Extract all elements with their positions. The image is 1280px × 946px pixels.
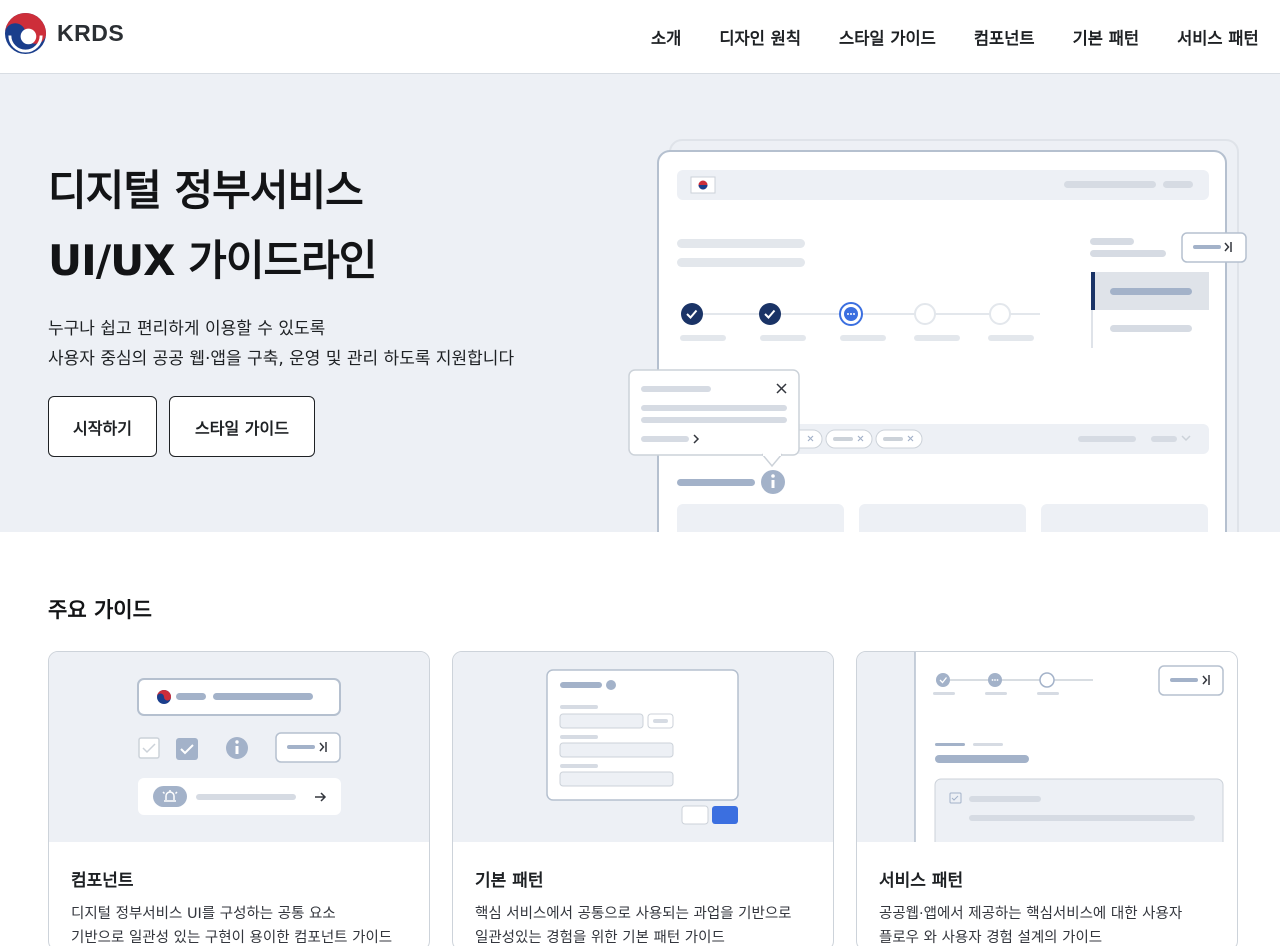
style-guide-button[interactable]: 스타일 가이드 [169,396,315,457]
hero-buttons: 시작하기 스타일 가이드 [48,396,315,457]
nav-basic-patterns[interactable]: 기본 패턴 [1073,25,1139,49]
card-desc-line1: 공공웹·앱에서 제공하는 핵심서비스에 대한 사용자 [879,906,1183,922]
card-description: 핵심 서비스에서 공통으로 사용되는 과업을 기반으로 일관성있는 경험을 위한… [475,902,792,946]
card-title: 기본 패턴 [475,871,544,891]
service-patterns-illustration [914,652,1237,842]
card-components[interactable]: 컴포넌트 디지털 정부서비스 UI를 구성하는 공통 요소 기반으로 일관성 있… [48,651,430,946]
card-title: 서비스 패턴 [879,871,964,891]
hero-ui-illustration [628,139,1247,532]
nav-components[interactable]: 컴포넌트 [974,25,1035,49]
site-header: KRDS 소개 디자인 원칙 스타일 가이드 컴포넌트 기본 패턴 서비스 패턴 [0,0,1280,74]
hero-desc-line2: 사용자 중심의 공공 웹·앱을 구축, 운영 및 관리 하도록 지원합니다 [48,349,515,369]
card-desc-line2: 플로우 와 사용자 경험 설계의 가이드 [879,930,1103,946]
start-button[interactable]: 시작하기 [48,396,157,457]
hero-desc-line1: 누구나 쉽고 편리하게 이용할 수 있도록 [48,319,326,339]
logo-text: KRDS [57,20,125,46]
card-basic-patterns[interactable]: 기본 패턴 핵심 서비스에서 공통으로 사용되는 과업을 기반으로 일관성있는 … [452,651,834,946]
nav-style-guide[interactable]: 스타일 가이드 [839,25,936,49]
card-description: 디지털 정부서비스 UI를 구성하는 공통 요소 기반으로 일관성 있는 구현이… [71,902,392,946]
card-desc-line2: 일관성있는 경험을 위한 기본 패턴 가이드 [475,930,725,946]
nav-design-principles[interactable]: 디자인 원칙 [719,25,801,49]
card-illustration [453,652,833,842]
nav-service-patterns[interactable]: 서비스 패턴 [1177,25,1259,49]
hero-section: 디지털 정부서비스 UI/UX 가이드라인 누구나 쉽고 편리하게 이용할 수 … [0,74,1280,532]
card-desc-line1: 디지털 정부서비스 UI를 구성하는 공통 요소 [71,906,336,922]
main-nav: 소개 디자인 원칙 스타일 가이드 컴포넌트 기본 패턴 서비스 패턴 [640,0,1280,74]
card-service-patterns[interactable]: 서비스 패턴 공공웹·앱에서 제공하는 핵심서비스에 대한 사용자 플로우 와 … [856,651,1238,946]
components-illustration [137,678,341,815]
guide-cards: 컴포넌트 디지털 정부서비스 UI를 구성하는 공통 요소 기반으로 일관성 있… [48,651,1238,946]
card-desc-line1: 핵심 서비스에서 공통으로 사용되는 과업을 기반으로 [475,906,792,922]
card-description: 공공웹·앱에서 제공하는 핵심서비스에 대한 사용자 플로우 와 사용자 경험 … [879,902,1182,946]
hero-title-line1: 디지털 정부서비스 [48,166,364,215]
basic-patterns-illustration [546,669,739,825]
hero-title: 디지털 정부서비스 UI/UX 가이드라인 [48,156,377,296]
main-guides-title: 주요 가이드 [48,598,152,622]
card-illustration [49,652,429,842]
krds-logo[interactable]: KRDS [4,12,124,55]
hero-title-line2: UI/UX 가이드라인 [48,236,377,285]
nav-intro[interactable]: 소개 [651,25,681,49]
card-desc-line2: 기반으로 일관성 있는 구현이 용이한 컴포넌트 가이드 [71,930,393,946]
card-illustration [857,652,1237,842]
taegeuk-logo-icon [4,12,47,55]
hero-description: 누구나 쉽고 편리하게 이용할 수 있도록 사용자 중심의 공공 웹·앱을 구축… [48,314,514,374]
card-title: 컴포넌트 [71,871,134,891]
